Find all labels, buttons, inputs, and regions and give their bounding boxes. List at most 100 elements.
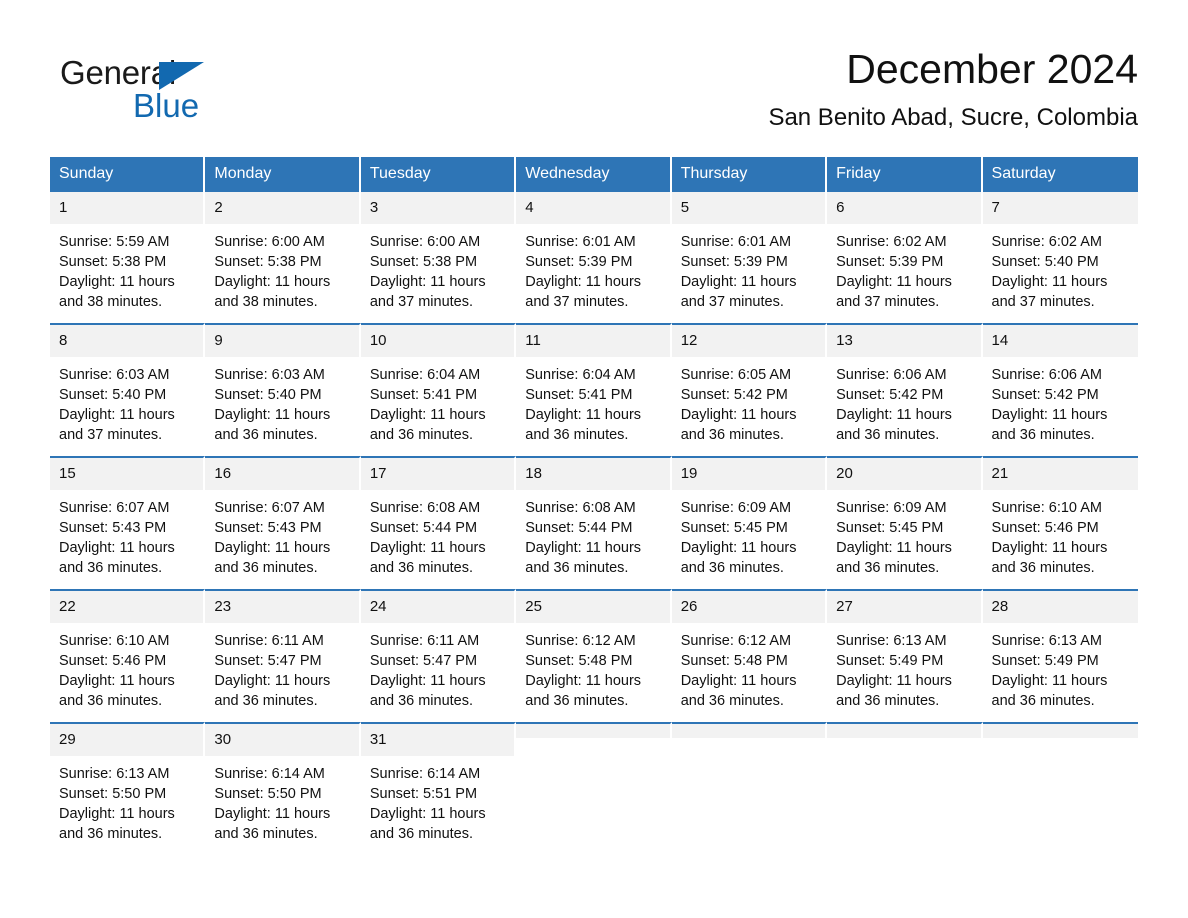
day-sunset-text: Sunset: 5:40 PM — [214, 387, 322, 403]
calendar-day-cell[interactable]: 14 Sunrise: 6:06 AM Sunset: 5:42 PM Dayligh… — [982, 323, 1138, 456]
day-details: Sunrise: 6:13 AM Sunset: 5:49 PM Daylight:… — [827, 623, 980, 711]
day-number: 9 — [205, 325, 359, 357]
day-daylight-line2-text: and 37 minutes. — [525, 294, 629, 310]
day-number: 8 — [50, 325, 204, 357]
day-number: 25 — [516, 591, 670, 623]
calendar-day-cell[interactable]: 24 Sunrise: 6:11 AM Sunset: 5:47 PM Dayligh… — [360, 589, 517, 722]
calendar-day-cell[interactable]: 18 Sunrise: 6:08 AM Sunset: 5:44 PM Dayligh… — [516, 456, 672, 589]
calendar-day-cell[interactable]: 25 Sunrise: 6:12 AM Sunset: 5:48 PM Dayligh… — [516, 589, 672, 722]
page-title: December 2024 — [846, 46, 1138, 92]
day-sunset-text: Sunset: 5:43 PM — [59, 520, 167, 536]
day-sunrise-text: Sunrise: 6:09 AM — [680, 500, 792, 516]
day-details: Sunrise: 6:04 AM Sunset: 5:41 PM Daylight:… — [361, 357, 514, 445]
calendar-day-cell[interactable]: 21 Sunrise: 6:10 AM Sunset: 5:46 PM Dayligh… — [982, 456, 1138, 589]
day-daylight-line1-text: Daylight: 11 hours — [214, 407, 331, 423]
day-daylight-line1-text: Daylight: 11 hours — [525, 673, 642, 689]
day-number: 26 — [671, 591, 826, 623]
brand-name-blue: Blue — [133, 87, 200, 124]
day-number: 2 — [205, 192, 359, 224]
day-daylight-line2-text: and 36 minutes. — [991, 693, 1095, 709]
day-daylight-line2-text: and 36 minutes. — [369, 427, 474, 443]
calendar-day-cell[interactable]: 23 Sunrise: 6:11 AM Sunset: 5:47 PM Dayligh… — [205, 589, 361, 722]
calendar-day-cell[interactable]: 13 Sunrise: 6:06 AM Sunset: 5:42 PM Dayligh… — [827, 323, 983, 456]
day-sunset-text: Sunset: 5:43 PM — [214, 520, 322, 536]
day-sunset-text: Sunset: 5:46 PM — [991, 520, 1099, 536]
day-details: Sunrise: 6:14 AM Sunset: 5:51 PM Daylight:… — [361, 756, 514, 844]
day-details: Sunrise: 6:06 AM Sunset: 5:42 PM Daylight:… — [983, 357, 1138, 445]
calendar-day-cell[interactable]: 30 Sunrise: 6:14 AM Sunset: 5:50 PM Dayligh… — [205, 722, 361, 855]
day-number: 19 — [671, 458, 826, 490]
day-sunrise-text: Sunrise: 6:04 AM — [369, 367, 481, 383]
day-daylight-line1-text: Daylight: 11 hours — [214, 540, 331, 556]
calendar-day-cell[interactable]: 28 Sunrise: 6:13 AM Sunset: 5:49 PM Dayligh… — [982, 589, 1138, 722]
calendar-day-cell[interactable]: 10 Sunrise: 6:04 AM Sunset: 5:41 PM Dayligh… — [360, 323, 517, 456]
day-daylight-line2-text: and 36 minutes. — [214, 427, 318, 443]
day-details: Sunrise: 6:02 AM Sunset: 5:39 PM Daylight:… — [827, 224, 980, 312]
day-daylight-line2-text: and 36 minutes. — [991, 427, 1095, 443]
day-sunrise-text: Sunrise: 6:07 AM — [214, 500, 325, 516]
day-daylight-line1-text: Daylight: 11 hours — [369, 540, 486, 556]
calendar-day-cell-empty — [982, 722, 1138, 855]
calendar-day-cell[interactable]: 4 Sunrise: 6:01 AM Sunset: 5:39 PM Daylight… — [516, 192, 672, 323]
brand-logo[interactable]: General Blue — [60, 54, 360, 134]
calendar-day-cell[interactable]: 12 Sunrise: 6:05 AM Sunset: 5:42 PM Dayligh… — [671, 323, 828, 456]
calendar-day-cell[interactable]: 16 Sunrise: 6:07 AM Sunset: 5:43 PM Dayligh… — [205, 456, 361, 589]
day-daylight-line1-text: Daylight: 11 hours — [836, 540, 952, 556]
calendar-day-cell[interactable]: 29 Sunrise: 6:13 AM Sunset: 5:50 PM Dayligh… — [50, 722, 206, 855]
day-daylight-line1-text: Daylight: 11 hours — [525, 540, 642, 556]
calendar-day-cell[interactable]: 2 Sunrise: 6:00 AM Sunset: 5:38 PM Daylight… — [205, 192, 361, 323]
page-subtitle: San Benito Abad, Sucre, Colombia — [768, 104, 1138, 131]
day-number: 23 — [205, 591, 359, 623]
day-daylight-line2-text: and 36 minutes. — [680, 560, 784, 576]
calendar-day-cell[interactable]: 3 Sunrise: 6:00 AM Sunset: 5:38 PM Daylight… — [360, 192, 517, 323]
calendar-day-cell[interactable]: 6 Sunrise: 6:02 AM Sunset: 5:39 PM Daylight… — [827, 192, 983, 323]
calendar-day-cell[interactable]: 9 Sunrise: 6:03 AM Sunset: 5:40 PM Daylight… — [205, 323, 361, 456]
day-sunset-text: Sunset: 5:50 PM — [214, 786, 322, 802]
day-daylight-line1-text: Daylight: 11 hours — [836, 407, 952, 423]
day-number: 28 — [982, 591, 1138, 623]
calendar-day-cell[interactable]: 31 Sunrise: 6:14 AM Sunset: 5:51 PM Dayligh… — [360, 722, 517, 855]
calendar-day-cell[interactable]: 20 Sunrise: 6:09 AM Sunset: 5:45 PM Dayligh… — [827, 456, 983, 589]
day-daylight-line1-text: Daylight: 11 hours — [991, 407, 1108, 423]
calendar-day-cell[interactable]: 5 Sunrise: 6:01 AM Sunset: 5:39 PM Daylight… — [671, 192, 828, 323]
day-daylight-line2-text: and 36 minutes. — [214, 560, 318, 576]
day-daylight-line2-text: and 38 minutes. — [214, 294, 318, 310]
day-sunrise-text: Sunrise: 6:14 AM — [214, 766, 325, 782]
calendar-day-cell[interactable]: 19 Sunrise: 6:09 AM Sunset: 5:45 PM Dayligh… — [671, 456, 828, 589]
day-daylight-line1-text: Daylight: 11 hours — [214, 274, 331, 290]
day-number: 27 — [827, 591, 981, 623]
day-daylight-line2-text: and 37 minutes. — [680, 294, 784, 310]
calendar-day-cell[interactable]: 7 Sunrise: 6:02 AM Sunset: 5:40 PM Daylight… — [982, 192, 1138, 323]
day-sunrise-text: Sunrise: 6:03 AM — [214, 367, 325, 383]
weekday-header-thursday: Thursday — [671, 157, 828, 192]
weekday-header-friday: Friday — [827, 157, 983, 192]
day-sunrise-text: Sunrise: 6:08 AM — [369, 500, 481, 516]
day-sunset-text: Sunset: 5:42 PM — [991, 387, 1099, 403]
day-sunrise-text: Sunrise: 6:13 AM — [836, 633, 947, 649]
calendar-day-cell[interactable]: 15 Sunrise: 6:07 AM Sunset: 5:43 PM Dayligh… — [50, 456, 206, 589]
calendar-day-cell[interactable]: 8 Sunrise: 6:03 AM Sunset: 5:40 PM Daylight… — [50, 323, 206, 456]
day-daylight-line1-text: Daylight: 11 hours — [369, 673, 486, 689]
calendar-day-cell[interactable]: 17 Sunrise: 6:08 AM Sunset: 5:44 PM Dayligh… — [360, 456, 517, 589]
day-number — [671, 724, 826, 738]
day-daylight-line2-text: and 36 minutes. — [991, 560, 1095, 576]
calendar-day-cell-empty — [671, 722, 828, 855]
day-details — [983, 738, 1138, 746]
day-daylight-line1-text: Daylight: 11 hours — [214, 673, 331, 689]
calendar-day-cell[interactable]: 11 Sunrise: 6:04 AM Sunset: 5:41 PM Dayligh… — [516, 323, 672, 456]
day-sunrise-text: Sunrise: 6:08 AM — [525, 500, 636, 516]
calendar-week-row: 15 Sunrise: 6:07 AM Sunset: 5:43 PM Dayligh… — [50, 456, 1138, 589]
day-daylight-line2-text: and 36 minutes. — [836, 560, 940, 576]
day-number — [982, 724, 1138, 738]
weekday-header-tuesday: Tuesday — [360, 157, 517, 192]
calendar-day-cell[interactable]: 26 Sunrise: 6:12 AM Sunset: 5:48 PM Dayligh… — [671, 589, 828, 722]
day-daylight-line1-text: Daylight: 11 hours — [369, 806, 486, 822]
day-daylight-line1-text: Daylight: 11 hours — [991, 274, 1108, 290]
calendar-day-cell[interactable]: 1 Sunrise: 5:59 AM Sunset: 5:38 PM Daylight… — [50, 192, 206, 323]
day-sunset-text: Sunset: 5:45 PM — [680, 520, 788, 536]
day-daylight-line1-text: Daylight: 11 hours — [836, 673, 952, 689]
day-number: 31 — [360, 724, 515, 756]
calendar-day-cell[interactable]: 27 Sunrise: 6:13 AM Sunset: 5:49 PM Dayligh… — [827, 589, 983, 722]
calendar-day-cell[interactable]: 22 Sunrise: 6:10 AM Sunset: 5:46 PM Dayligh… — [50, 589, 206, 722]
day-number: 24 — [360, 591, 515, 623]
